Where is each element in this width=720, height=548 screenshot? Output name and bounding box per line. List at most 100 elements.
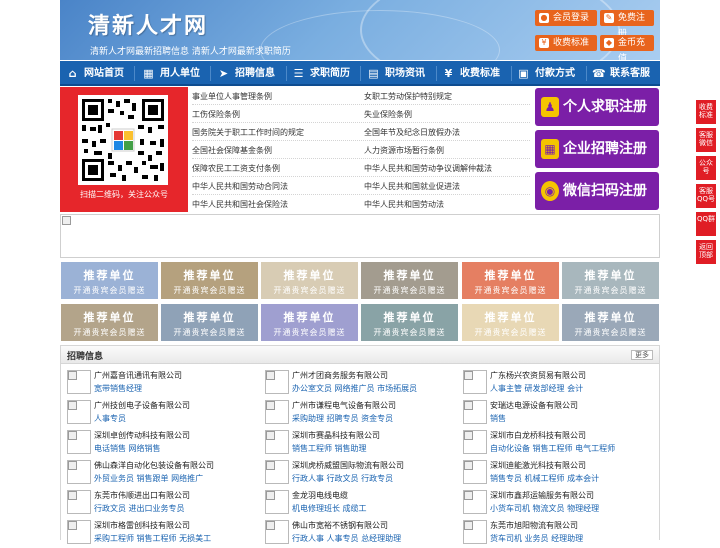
company-logo[interactable] [463, 370, 487, 394]
regulation-link[interactable]: 全国年节及纪念日放假办法 [364, 127, 460, 138]
job-item[interactable]: 深圳市鑫邦运输服务有限公司 小货车司机 物流文员 物理经理 [459, 488, 655, 518]
register-button[interactable]: ✎ 免费注册 [600, 10, 654, 39]
recharge-button[interactable]: ◆ 金币充值 [600, 35, 654, 60]
job-item[interactable]: 深圳市格雷创科技有限公司采购工程师 销售工程师 无损美工 [63, 518, 259, 548]
company-name-link[interactable]: 佛山市宽裕不锈钢有限公司 [292, 520, 388, 531]
recommend-tile[interactable]: 推荐单位 开通贵宾会员赠送 [361, 304, 458, 341]
job-item[interactable]: 广州才团商务服务有限公司 办公室文员 网络推广员 市场拓展员 [261, 368, 457, 398]
recommend-tile[interactable]: 推荐单位 开通贵宾会员赠送 [161, 262, 258, 299]
company-name-link[interactable]: 东莞市伟顺进出口有限公司 [94, 490, 190, 501]
recommend-tile[interactable]: 推荐单位 开通贵宾会员赠送 [261, 262, 358, 299]
company-logo[interactable] [67, 430, 91, 454]
job-positions-link[interactable]: 人事专员 [94, 413, 126, 424]
recommend-tile[interactable]: 推荐单位 开通贵宾会员赠送 [361, 262, 458, 299]
job-positions-link[interactable]: 自动化设备 销售工程师 电气工程师 [490, 443, 615, 454]
job-item[interactable]: 佛山市宽裕不锈钢有限公司行政人事 人事专员 总经理助理 [261, 518, 457, 548]
job-item[interactable]: 东莞市旭阳物流有限公司 货车司机 业务员 经理助理 [459, 518, 655, 548]
recommend-tile[interactable]: 推荐单位 开通贵宾会员赠送 [562, 304, 659, 341]
job-positions-link[interactable]: 外贸业务员 销售跟单 网络推广 [94, 473, 203, 484]
recommend-tile[interactable]: 推荐单位 开通贵宾会员赠送 [562, 262, 659, 299]
float-back-to-top-button[interactable]: 返回顶部 [696, 240, 716, 264]
company-logo[interactable] [67, 370, 91, 394]
job-item[interactable]: 深圳虎桥威盟国际物流有限公司 行政人事 行政文员 行政专员 [261, 458, 457, 488]
regulation-link[interactable]: 保障农民工工资支付条例 [192, 163, 280, 174]
recommend-tile[interactable]: 推荐单位 开通贵宾会员赠送 [462, 262, 559, 299]
regulation-link[interactable]: 中华人民共和国就业促进法 [364, 181, 460, 192]
company-name-link[interactable]: 佛山森洋自动化包装设备有限公司 [94, 460, 214, 471]
regulation-link[interactable]: 全国社会保障基金条例 [192, 145, 272, 156]
job-item[interactable]: 广州嘉音讯通讯有限公司 宽带销售经理 [63, 368, 259, 398]
job-positions-link[interactable]: 办公室文员 网络推广员 市场拓展员 [292, 383, 417, 394]
job-seeker-register-button[interactable]: ♟ 个人求职注册 [535, 88, 659, 126]
regulation-link[interactable]: 中华人民共和国社会保险法 [192, 199, 288, 210]
company-name-link[interactable]: 深圳迪能激光科技有限公司 [490, 460, 586, 471]
company-logo[interactable] [265, 460, 289, 484]
job-positions-link[interactable]: 销售专员 机械工程师 成本会计 [490, 473, 599, 484]
job-positions-link[interactable]: 电话销售 网络销售 [94, 443, 161, 454]
regulation-link[interactable]: 中华人民共和国劳动合同法 [192, 181, 288, 192]
nav-item-pricing[interactable]: ¥ 收费标准 [440, 61, 500, 86]
regulation-link[interactable]: 人力资源市场暂行条例 [364, 145, 444, 156]
nav-item-employers[interactable]: ▦ 用人单位 [140, 61, 200, 86]
employer-register-button[interactable]: ▦ 企业招聘注册 [535, 130, 659, 168]
job-positions-link[interactable]: 行政人事 人事专员 总经理助理 [292, 533, 401, 544]
company-name-link[interactable]: 广州市谦程电气设备有限公司 [292, 400, 396, 411]
company-logo[interactable] [463, 490, 487, 514]
company-logo[interactable] [67, 400, 91, 424]
regulation-link[interactable]: 女职工劳动保护特别规定 [364, 91, 452, 102]
job-positions-link[interactable]: 销售 [490, 413, 506, 424]
nav-item-jobs[interactable]: ➤ 招聘信息 [215, 61, 275, 86]
float-qq-group-button[interactable]: QQ群 [696, 212, 716, 236]
company-logo[interactable] [463, 400, 487, 424]
company-name-link[interactable]: 广州技创电子设备有限公司 [94, 400, 190, 411]
float-pricing-button[interactable]: 收费标准 [696, 100, 716, 124]
job-positions-link[interactable]: 人事主管 研发部经理 会计 [490, 383, 583, 394]
company-name-link[interactable]: 东莞市旭阳物流有限公司 [490, 520, 578, 531]
job-item[interactable]: 广东杨兴农资贸易有限公司 人事主管 研发部经理 会计 [459, 368, 655, 398]
company-logo[interactable] [463, 520, 487, 544]
job-positions-link[interactable]: 采购助理 招聘专员 资金专员 [292, 413, 393, 424]
recommend-tile[interactable]: 推荐单位 开通贵宾会员赠送 [462, 304, 559, 341]
nav-item-home[interactable]: ⌂ 网站首页 [64, 61, 124, 86]
job-item[interactable]: 广州市谦程电气设备有限公司 采购助理 招聘专员 资金专员 [261, 398, 457, 428]
company-name-link[interactable]: 深圳市白龙桥科技有限公司 [490, 430, 586, 441]
regulation-link[interactable]: 中华人民共和国劳动法 [364, 199, 444, 210]
regulation-link[interactable]: 失业保险条例 [364, 109, 412, 120]
company-logo[interactable] [67, 490, 91, 514]
company-logo[interactable] [67, 460, 91, 484]
job-item[interactable]: 深圳市赛晶科技有限公司 销售工程师 销售助理 [261, 428, 457, 458]
job-item[interactable]: 广州技创电子设备有限公司 人事专员 [63, 398, 259, 428]
nav-item-contact[interactable]: ☎ 联系客服 [590, 61, 650, 86]
regulation-link[interactable]: 中华人民共和国劳动争议调解仲裁法 [364, 163, 492, 174]
job-item[interactable]: 金龙羽电线电缆 机电修理班长 成缆工 [261, 488, 457, 518]
company-logo[interactable] [67, 520, 91, 544]
job-positions-link[interactable]: 采购工程师 销售工程师 无损美工 [94, 533, 211, 544]
company-name-link[interactable]: 深圳市格雷创科技有限公司 [94, 520, 190, 531]
nav-item-resumes[interactable]: ☰ 求职简历 [290, 61, 350, 86]
recommend-tile[interactable]: 推荐单位 开通贵宾会员赠送 [261, 304, 358, 341]
ad-banner[interactable] [60, 214, 660, 258]
company-logo[interactable] [265, 520, 289, 544]
job-item[interactable]: 深圳市白龙桥科技有限公司自动化设备 销售工程师 电气工程师 [459, 428, 655, 458]
job-positions-link[interactable]: 销售工程师 销售助理 [292, 443, 367, 454]
job-positions-link[interactable]: 小货车司机 物流文员 物理经理 [490, 503, 599, 514]
site-logo-title[interactable]: 清新人才网 [88, 8, 208, 40]
company-name-link[interactable]: 广州嘉音讯通讯有限公司 [94, 370, 182, 381]
company-logo[interactable] [265, 370, 289, 394]
regulation-link[interactable]: 工伤保险条例 [192, 109, 240, 120]
job-item[interactable]: 深圳迪能激光科技有限公司销售专员 机械工程师 成本会计 [459, 458, 655, 488]
company-logo[interactable] [265, 400, 289, 424]
job-positions-link[interactable]: 行政文员 进出口业务专员 [94, 503, 185, 514]
pricing-button[interactable]: ¥ 收费标准 [535, 35, 597, 51]
company-name-link[interactable]: 广东杨兴农资贸易有限公司 [490, 370, 586, 381]
login-button[interactable]: ● 会员登录 [535, 10, 597, 26]
job-positions-link[interactable]: 机电修理班长 成缆工 [292, 503, 367, 514]
regulation-link[interactable]: 国务院关于职工工作时间的规定 [192, 127, 304, 138]
job-item[interactable]: 深圳卓创传动科技有限公司 电话销售 网络销售 [63, 428, 259, 458]
float-official-account-button[interactable]: 公众号 [696, 156, 716, 180]
wechat-register-button[interactable]: ◉ 微信扫码注册 [535, 172, 659, 210]
company-name-link[interactable]: 深圳卓创传动科技有限公司 [94, 430, 190, 441]
company-logo[interactable] [463, 460, 487, 484]
recommend-tile[interactable]: 推荐单位 开通贵宾会员赠送 [61, 304, 158, 341]
float-wechat-service-button[interactable]: 客服微信 [696, 128, 716, 152]
